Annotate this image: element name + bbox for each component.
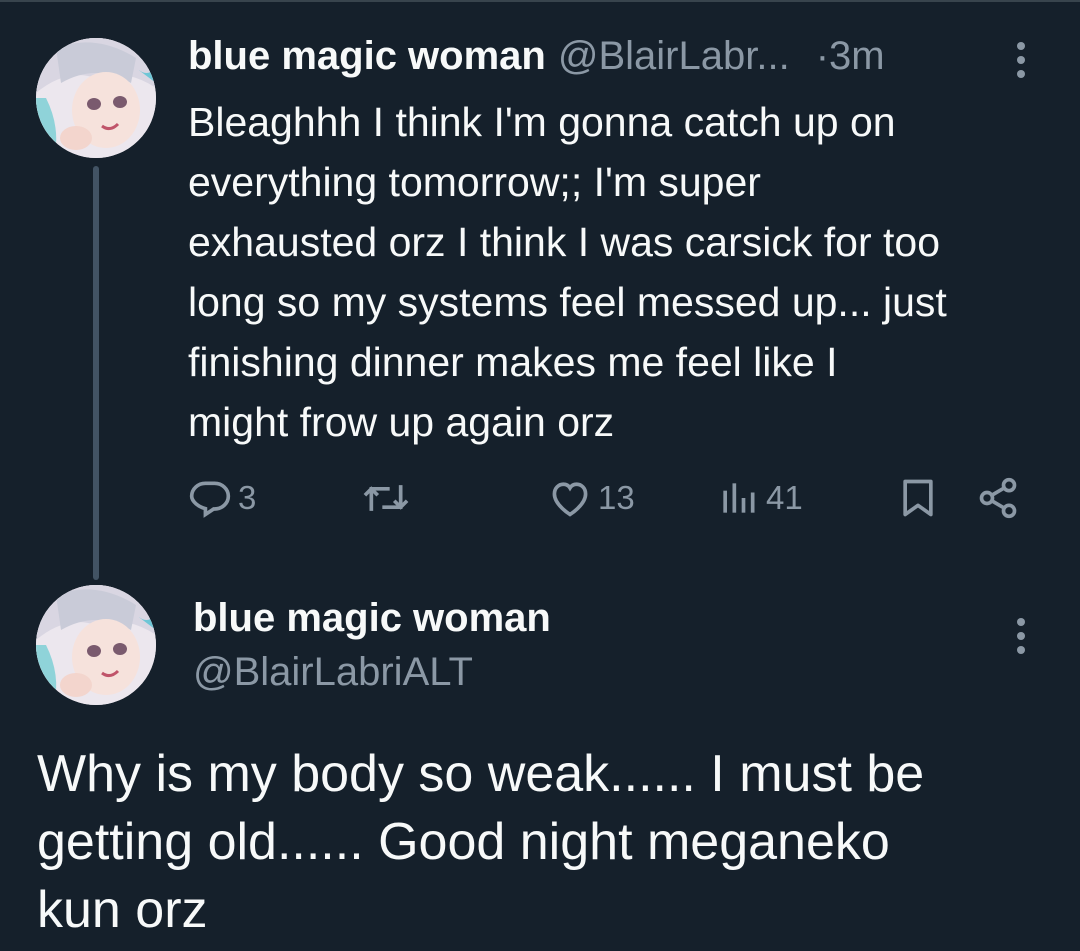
more-options-icon[interactable] [1014,618,1026,662]
avatar[interactable] [36,585,156,705]
tweet-text: Bleaghhh I think I'm gonna catch up on e… [188,92,1058,452]
share-icon [979,477,1017,519]
display-name[interactable]: blue magic woman [188,34,546,78]
top-divider [0,0,1080,2]
tweet-text-line: might frow up again orz [188,399,615,445]
heart-icon [552,482,588,517]
tweet-text-line: Bleaghhh I think I'm gonna catch up on [188,99,896,145]
tweet-text-line: Why is my body so weak...... I must be [37,745,925,803]
tweet-text-line: finishing dinner makes me feel like I [188,339,838,385]
views-button[interactable]: 41 [716,476,803,520]
tweet-text-line: getting old...... Good night meganeko [37,813,890,871]
reply-count: 3 [238,479,257,516]
user-handle[interactable]: @BlairLabriALT [193,650,473,695]
like-button[interactable]: 13 [548,476,635,520]
retweet-button[interactable] [362,476,410,520]
avatar-image [36,38,156,158]
avatar-image [36,585,156,705]
reply-icon [189,481,231,518]
views-count: 41 [766,479,803,516]
bookmark-button[interactable] [896,476,940,520]
tweet-text: Why is my body so weak...... I must be g… [37,740,1057,944]
retweet-icon [363,485,409,511]
views-chart-icon [723,483,755,513]
thread-connector-line [93,166,99,580]
more-options-icon[interactable] [1014,42,1026,86]
reply-button[interactable]: 3 [188,476,256,520]
timestamp[interactable]: 3m [829,34,885,78]
tweet-text-line: long so my systems feel messed up... jus… [188,279,947,325]
tweet-text-line: kun orz [37,881,208,939]
user-handle[interactable]: @BlairLabr... [558,34,790,78]
like-count: 13 [598,479,635,516]
time-separator: · [815,34,830,78]
avatar[interactable] [36,38,156,158]
tweet-header: blue magic woman @BlairLabr... ·3m [188,34,885,79]
bookmark-icon [903,479,933,517]
display-name[interactable]: blue magic woman [193,596,551,641]
share-button[interactable] [976,476,1020,520]
tweet-text-line: everything tomorrow;; I'm super [188,159,761,205]
tweet-text-line: exhausted orz I think I was carsick for … [188,219,940,265]
